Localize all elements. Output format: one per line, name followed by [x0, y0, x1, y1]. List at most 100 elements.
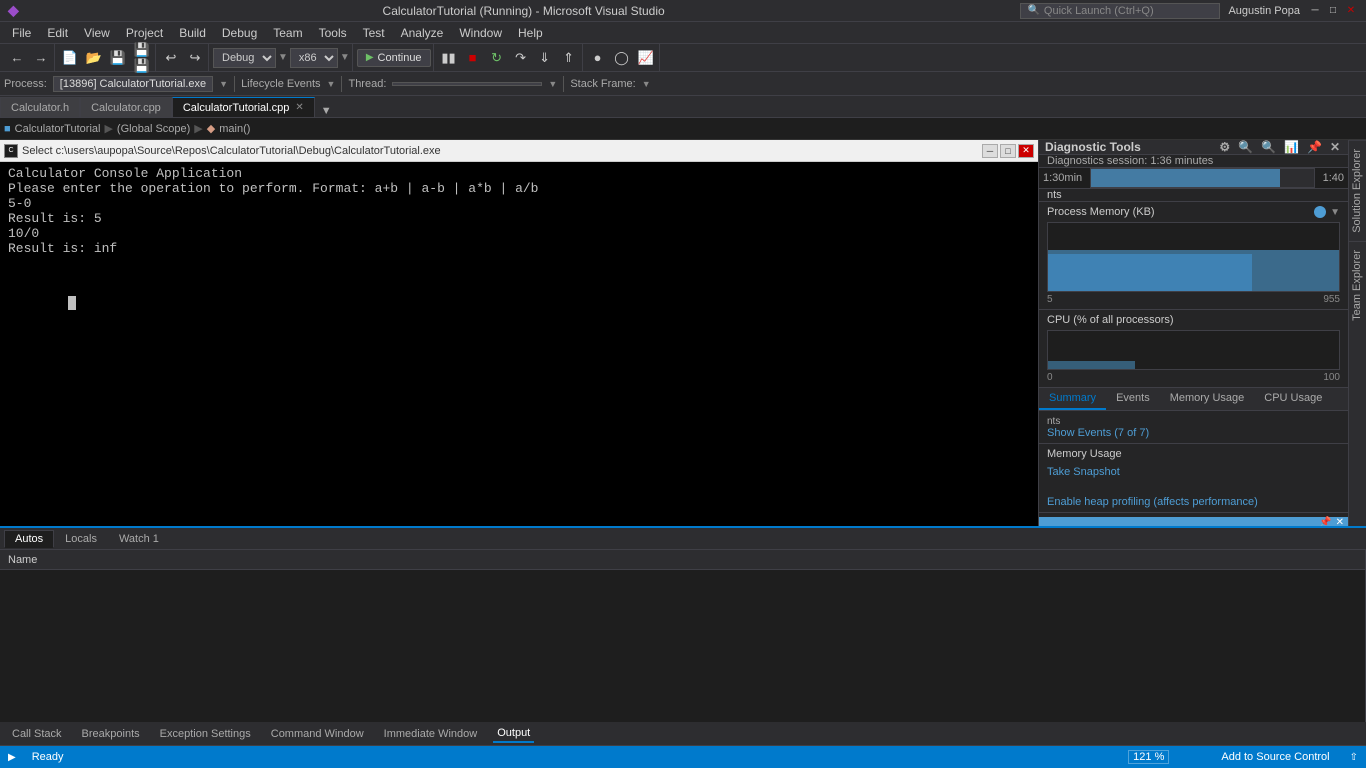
menu-project[interactable]: Project: [118, 24, 171, 42]
breadcrumb-sep2: ▶: [194, 122, 202, 135]
restart-button[interactable]: ↻: [486, 47, 508, 69]
diag-bar-close-icon[interactable]: ✕: [1336, 517, 1344, 526]
bottom-tab-command-window[interactable]: Command Window: [267, 726, 368, 742]
menu-help[interactable]: Help: [510, 24, 551, 42]
window-controls[interactable]: ─ □ ✕: [1308, 4, 1358, 18]
events-label: nts: [1047, 189, 1062, 201]
quick-launch-search[interactable]: 🔍 Quick Launch (Ctrl+Q): [1020, 3, 1220, 19]
menu-edit[interactable]: Edit: [39, 24, 76, 42]
autos-tab-watch1[interactable]: Watch 1: [108, 530, 170, 548]
menu-analyze[interactable]: Analyze: [393, 24, 452, 42]
stop-button[interactable]: ■: [462, 47, 484, 69]
memory-toggle-icon[interactable]: ▼: [1330, 207, 1340, 218]
tab-calculatortutorial-cpp[interactable]: CalculatorTutorial.cpp ✕: [172, 97, 315, 117]
diag-tab-summary[interactable]: Summary: [1039, 388, 1106, 410]
diagnostic-tools-header: Diagnostic Tools ⚙ 🔍 🔍 📊 📌 ✕: [1039, 140, 1348, 155]
tab-overflow-button[interactable]: ▼: [315, 105, 338, 117]
status-indicator-icon: ▶: [8, 752, 16, 763]
events-small-label: nts: [1047, 416, 1060, 427]
diag-settings-icon[interactable]: ⚙: [1217, 140, 1232, 154]
team-explorer-tab[interactable]: Team Explorer: [1349, 241, 1366, 329]
breadcrumb-project[interactable]: CalculatorTutorial: [15, 123, 101, 135]
diag-pin-icon[interactable]: 📌: [1319, 517, 1331, 526]
console-window-controls[interactable]: ─ □ ✕: [982, 144, 1034, 158]
breakpoints-button[interactable]: ●: [587, 47, 609, 69]
menu-debug[interactable]: Debug: [214, 24, 265, 42]
add-to-source-control-link[interactable]: Add to Source Control: [1221, 751, 1329, 763]
menu-build[interactable]: Build: [171, 24, 214, 42]
session-label: Diagnostics session: 1:36 minutes: [1047, 155, 1213, 167]
breadcrumb-scope[interactable]: (Global Scope): [117, 123, 190, 135]
step-into-button[interactable]: ⇓: [534, 47, 556, 69]
back-button[interactable]: ←: [6, 47, 28, 69]
tab-close-icon[interactable]: ✕: [295, 102, 303, 113]
console-restore-button[interactable]: □: [1000, 144, 1016, 158]
take-snapshot-link[interactable]: Take Snapshot: [1047, 464, 1340, 480]
bottom-tab-breakpoints[interactable]: Breakpoints: [78, 726, 144, 742]
redo-button[interactable]: ↪: [184, 47, 206, 69]
menu-team[interactable]: Team: [265, 24, 310, 42]
close-button[interactable]: ✕: [1344, 4, 1358, 18]
step-over-button[interactable]: ↷: [510, 47, 532, 69]
debug-config-dropdown[interactable]: Debug: [213, 48, 276, 68]
bottom-tab-exception-settings[interactable]: Exception Settings: [156, 726, 255, 742]
menu-tools[interactable]: Tools: [311, 24, 355, 42]
continue-button[interactable]: ▶ Continue: [357, 49, 431, 67]
bottom-tab-output[interactable]: Output: [493, 725, 534, 743]
timeline-bar[interactable]: [1090, 168, 1314, 188]
diag-button[interactable]: 📈: [635, 47, 657, 69]
bottom-tab-callstack[interactable]: Call Stack: [8, 726, 66, 742]
title-bar: ◆ CalculatorTutorial (Running) - Microso…: [0, 0, 1366, 22]
open-file-button[interactable]: 📂: [83, 47, 105, 69]
save-button[interactable]: 💾: [107, 47, 129, 69]
show-events-link[interactable]: Show Events (7 of 7): [1047, 427, 1149, 439]
window-title: CalculatorTutorial (Running) - Microsoft…: [27, 4, 1021, 18]
bottom-tab-immediate-window[interactable]: Immediate Window: [380, 726, 482, 742]
menu-test[interactable]: Test: [355, 24, 393, 42]
diag-graph-icon[interactable]: 📊: [1282, 140, 1301, 154]
diag-pin-button[interactable]: 📌: [1305, 140, 1324, 154]
platform-dropdown[interactable]: x86: [290, 48, 338, 68]
diag-zoom-in-icon[interactable]: 🔍: [1236, 140, 1255, 154]
maximize-button[interactable]: □: [1326, 4, 1340, 18]
console-minimize-button[interactable]: ─: [982, 144, 998, 158]
tab-calculator-cpp[interactable]: Calculator.cpp: [80, 97, 172, 117]
diagnostic-tabs: Summary Events Memory Usage CPU Usage: [1039, 388, 1348, 411]
main-toolbar: ← → 📄 📂 💾 💾💾 ↩ ↪ Debug ▼ x86 ▼ ▶ Continu…: [0, 44, 1366, 72]
forward-button[interactable]: →: [30, 47, 52, 69]
tab-calculator-h[interactable]: Calculator.h: [0, 97, 80, 117]
status-text: Ready: [32, 751, 64, 763]
autos-tab-autos[interactable]: Autos: [4, 530, 54, 548]
new-file-button[interactable]: 📄: [59, 47, 81, 69]
menu-file[interactable]: File: [4, 24, 39, 42]
console-line-3: Please enter the operation to perform. F…: [8, 181, 1030, 196]
step-out-button[interactable]: ⇑: [558, 47, 580, 69]
perf-button[interactable]: ◯: [611, 47, 633, 69]
menu-window[interactable]: Window: [451, 24, 510, 42]
console-cursor: ​: [68, 296, 76, 310]
console-output[interactable]: Calculator Console Application Please en…: [0, 162, 1038, 526]
lifecycle-events-button[interactable]: Lifecycle Events: [241, 78, 320, 90]
quick-launch-label: Quick Launch (Ctrl+Q): [1044, 5, 1154, 17]
pause-button[interactable]: ▮▮: [438, 47, 460, 69]
continue-label: Continue: [378, 52, 422, 64]
heap-profiling-link[interactable]: Enable heap profiling (affects performan…: [1047, 496, 1258, 508]
breadcrumb-function[interactable]: main(): [219, 123, 250, 135]
autos-tab-locals[interactable]: Locals: [54, 530, 108, 548]
console-app-icon: C: [8, 147, 13, 154]
diag-tab-events[interactable]: Events: [1106, 388, 1160, 410]
platform-arrow-icon: ▼: [340, 52, 350, 63]
user-label: Augustin Popa: [1228, 5, 1300, 17]
solution-explorer-tab[interactable]: Solution Explorer: [1349, 140, 1366, 241]
stack-frame-icon: ▼: [642, 79, 651, 89]
menu-view[interactable]: View: [76, 24, 118, 42]
minimize-button[interactable]: ─: [1308, 4, 1322, 18]
console-close-button[interactable]: ✕: [1018, 144, 1034, 158]
diag-zoom-out-icon[interactable]: 🔍: [1259, 140, 1278, 154]
autos-column-header: Name: [0, 550, 1365, 570]
diag-tab-memory-usage[interactable]: Memory Usage: [1160, 388, 1255, 410]
diag-tab-cpu-usage[interactable]: CPU Usage: [1254, 388, 1332, 410]
undo-button[interactable]: ↩: [160, 47, 182, 69]
diag-close-button[interactable]: ✕: [1328, 140, 1342, 154]
save-all-button[interactable]: 💾💾: [131, 47, 153, 69]
